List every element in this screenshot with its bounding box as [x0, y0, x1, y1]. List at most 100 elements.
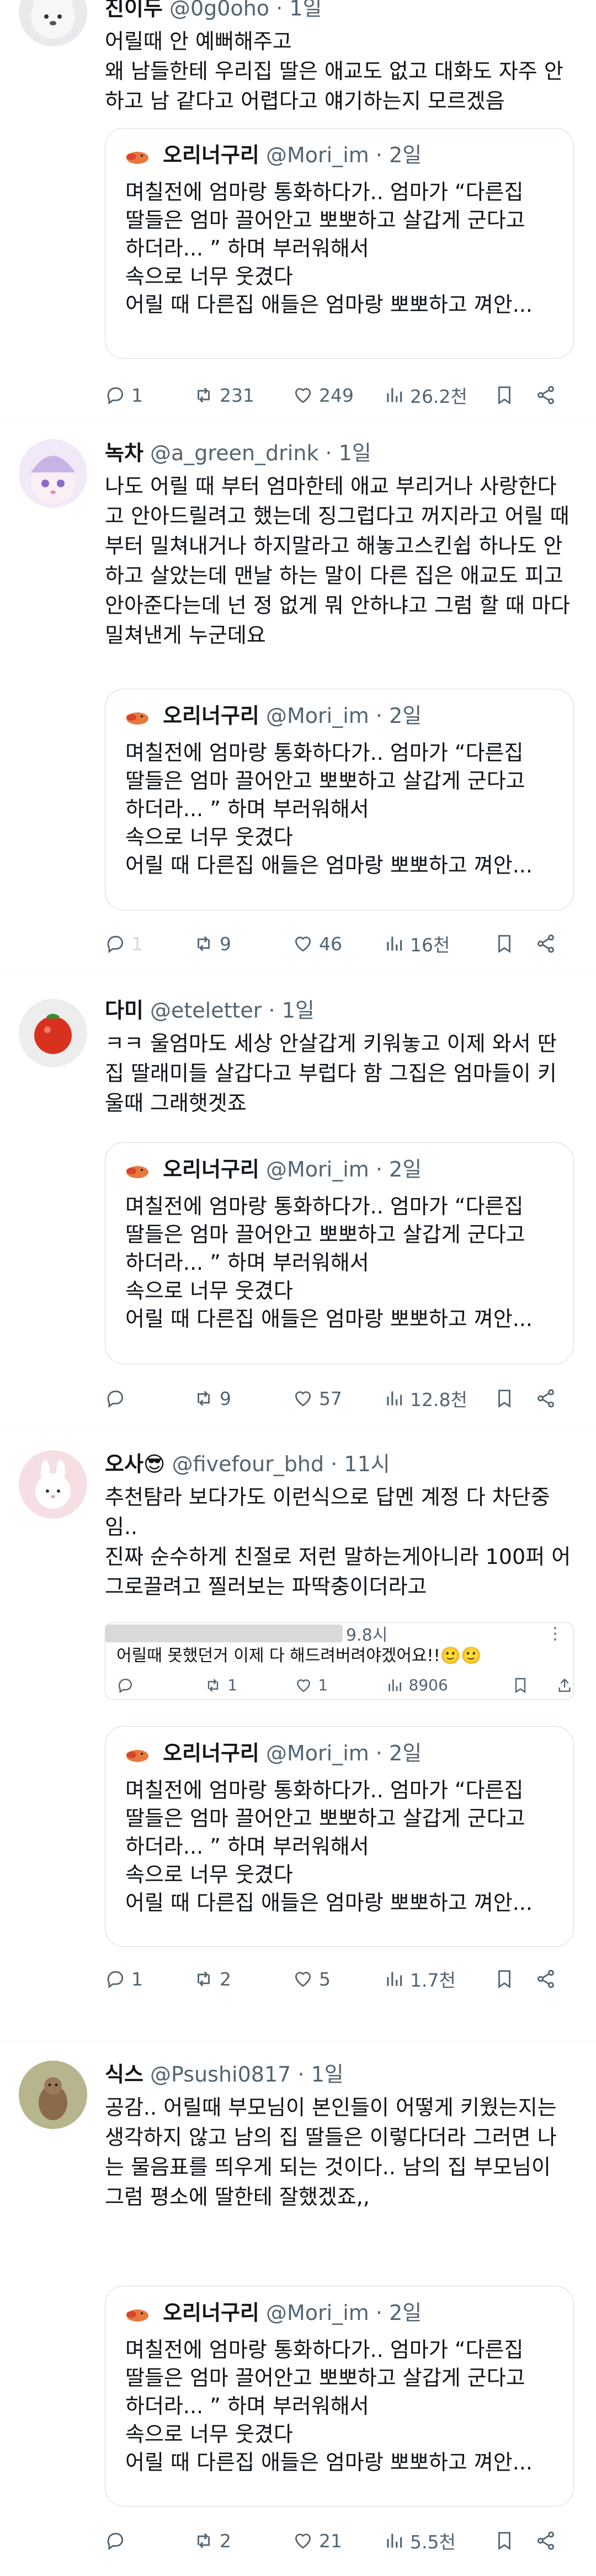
- user-handle[interactable]: @a_green_drink: [150, 441, 318, 465]
- quote-timestamp: 2일: [389, 2301, 422, 2325]
- quoted-tweet[interactable]: 오리너구리 @Mori_im · 2일 며칠전에 엄마랑 통화하다가.. 엄마가…: [105, 128, 574, 359]
- share-button[interactable]: [535, 2530, 556, 2551]
- bookmark-button[interactable]: [494, 933, 535, 954]
- tweet[interactable]: 식스 @Psushi0817 · 1일 공감.. 어릴때 부모님이 본인들이 어…: [0, 2042, 596, 2576]
- timestamp[interactable]: 1일: [339, 441, 371, 465]
- reply-button[interactable]: 1: [105, 385, 193, 406]
- bookmark-button[interactable]: [494, 385, 535, 406]
- timestamp[interactable]: 1일: [282, 998, 315, 1023]
- blurred-user-info: [105, 1625, 343, 1642]
- views-button[interactable]: 5.5천: [384, 2527, 494, 2554]
- like-button[interactable]: 249: [292, 385, 384, 406]
- reply-button[interactable]: 1: [105, 1968, 193, 1990]
- avatar[interactable]: [19, 2061, 87, 2129]
- embedded-like-button[interactable]: 1: [295, 1676, 385, 1694]
- embedded-reply-button[interactable]: [116, 1676, 204, 1694]
- tweet-header: 식스 @Psushi0817 · 1일: [105, 2062, 344, 2087]
- tweet[interactable]: 다미 @eteletter · 1일 ㅋㅋ 울엄마도 세상 안살갑게 키워놓고 …: [0, 971, 596, 1429]
- like-button[interactable]: 21: [292, 2530, 384, 2552]
- like-count: 5: [319, 1968, 331, 1990]
- retweet-count: 231: [220, 384, 254, 406]
- like-button[interactable]: 46: [292, 933, 384, 955]
- quoted-tweet[interactable]: 오리너구리 @Mori_im · 2일 며칠전에 엄마랑 통화하다가.. 엄마가…: [105, 1726, 574, 1947]
- retweet-count: 2: [220, 1968, 231, 1990]
- quote-user-handle: @Mori_im: [266, 2301, 369, 2325]
- embedded-reply-card[interactable]: 9.8시 ⋮ 어릴때 못했던거 이제 다 해드려버려야겠어요!!🙂🙂 1 1 8…: [105, 1622, 574, 1700]
- quoted-tweet[interactable]: 오리너구리 @Mori_im · 2일 며칠전에 엄마랑 통화하다가.. 엄마가…: [105, 689, 574, 911]
- tweet-text: 공감.. 어릴때 부모님이 본인들이 어떻게 키웠는지는 생각하지 않고 남의 …: [105, 2095, 563, 2209]
- user-name[interactable]: 녹차: [105, 441, 143, 465]
- views-button[interactable]: 26.2천: [384, 382, 494, 408]
- share-button[interactable]: [535, 1388, 556, 1409]
- heart-icon: [295, 1391, 311, 1407]
- user-handle[interactable]: @fivefour_bhd: [172, 1452, 324, 1476]
- reply-icon: [118, 1678, 132, 1693]
- quoted-tweet[interactable]: 오리너구리 @Mori_im · 2일 며칠전에 엄마랑 통화하다가.. 엄마가…: [105, 2286, 574, 2506]
- retweet-button[interactable]: 9: [193, 933, 292, 955]
- quoted-tweet[interactable]: 오리너구리 @Mori_im · 2일 며칠전에 엄마랑 통화하다가.. 엄마가…: [105, 1142, 574, 1364]
- bookmark-button[interactable]: [494, 2530, 535, 2551]
- like-button[interactable]: 57: [292, 1388, 384, 1409]
- embedded-share-button[interactable]: [556, 1676, 573, 1694]
- user-name[interactable]: 식스: [105, 2062, 143, 2087]
- like-count: 21: [319, 2530, 342, 2552]
- reply-button[interactable]: 1: [105, 933, 193, 955]
- quote-text: 며칠전에 엄마랑 통화하다가.. 엄마가 “다른집 딸들은 엄마 끌어안고 뽀뽀하…: [125, 180, 533, 317]
- quote-user-name: 오리너구리: [163, 1741, 259, 1765]
- retweet-button[interactable]: 9: [193, 1388, 292, 1409]
- reply-icon: [107, 1971, 124, 1989]
- retweet-button[interactable]: 2: [193, 2530, 292, 2552]
- bookmark-button[interactable]: [494, 1388, 535, 1409]
- reply-count: 1: [131, 1968, 143, 1990]
- heart-icon: [295, 2534, 311, 2549]
- retweet-icon: [198, 936, 210, 951]
- bookmark-icon: [498, 386, 510, 405]
- retweet-icon: [198, 1971, 210, 1987]
- views-button[interactable]: 16천: [384, 930, 494, 957]
- embedded-reply-header: 9.8시 ⋮: [105, 1623, 573, 1645]
- timestamp[interactable]: 1일: [289, 0, 322, 20]
- bookmark-button[interactable]: [494, 1968, 535, 1989]
- views-button[interactable]: 12.8천: [384, 1385, 494, 1412]
- more-icon[interactable]: ⋮: [547, 1624, 563, 1643]
- views-icon: [387, 936, 402, 951]
- avatar[interactable]: [19, 999, 87, 1067]
- avatar[interactable]: [19, 439, 87, 508]
- embedded-views-button[interactable]: 8906: [386, 1676, 512, 1694]
- reply-button[interactable]: [105, 2530, 193, 2551]
- retweet-button[interactable]: 231: [193, 385, 292, 406]
- reply-count: 1: [131, 933, 143, 955]
- like-button[interactable]: 5: [292, 1968, 384, 1990]
- share-button[interactable]: [535, 385, 556, 406]
- user-handle[interactable]: @Psushi0817: [150, 2062, 291, 2087]
- embedded-bookmark-button[interactable]: [512, 1676, 556, 1694]
- user-name[interactable]: 진이두: [105, 0, 163, 20]
- bookmark-icon: [515, 1678, 526, 1693]
- user-name[interactable]: 오사😎: [105, 1452, 166, 1476]
- user-handle[interactable]: @0g0oho: [169, 0, 269, 20]
- tweet[interactable]: 오사😎 @fivefour_bhd · 11시 추천탐라 보다가도 이런식으로 …: [0, 1429, 596, 2042]
- share-button[interactable]: [535, 933, 556, 954]
- reply-button[interactable]: [105, 1388, 193, 1409]
- share-button[interactable]: [535, 1968, 556, 1989]
- retweet-button[interactable]: 2: [193, 1968, 292, 1990]
- tweet-actions: 1 231 249 26.2천: [105, 380, 574, 411]
- avatar[interactable]: [19, 0, 87, 46]
- embedded-retweet-button[interactable]: 1: [204, 1676, 295, 1694]
- timestamp[interactable]: 11시: [344, 1452, 390, 1476]
- tweet[interactable]: 녹차 @a_green_drink · 1일 나도 어릴 때 부터 엄마한테 애…: [0, 419, 596, 971]
- user-handle[interactable]: @eteletter: [150, 998, 262, 1023]
- quote-user-name: 오리너구리: [163, 704, 259, 728]
- platypus-avatar-icon: [125, 2302, 150, 2327]
- avatar[interactable]: [19, 1450, 87, 1519]
- quote-text: 며칠전에 엄마랑 통화하다가.. 엄마가 “다른집 딸들은 엄마 끌어안고 뽀뽀하…: [125, 2338, 533, 2474]
- tweet[interactable]: 진이두 @0g0oho · 1일 어릴때 안 예뻐해주고 왜 남들한테 우리집 …: [0, 0, 596, 419]
- user-name[interactable]: 다미: [105, 998, 143, 1023]
- quote-text: 며칠전에 엄마랑 통화하다가.. 엄마가 “다른집 딸들은 엄마 끌어안고 뽀뽀하…: [125, 1194, 533, 1331]
- views-icon: [387, 388, 402, 402]
- views-button[interactable]: 1.7천: [384, 1966, 494, 1992]
- view-count: 26.2천: [410, 386, 467, 407]
- timestamp[interactable]: 1일: [311, 2062, 344, 2087]
- heart-icon: [295, 388, 311, 403]
- quote-user-name: 오리너구리: [163, 2301, 259, 2325]
